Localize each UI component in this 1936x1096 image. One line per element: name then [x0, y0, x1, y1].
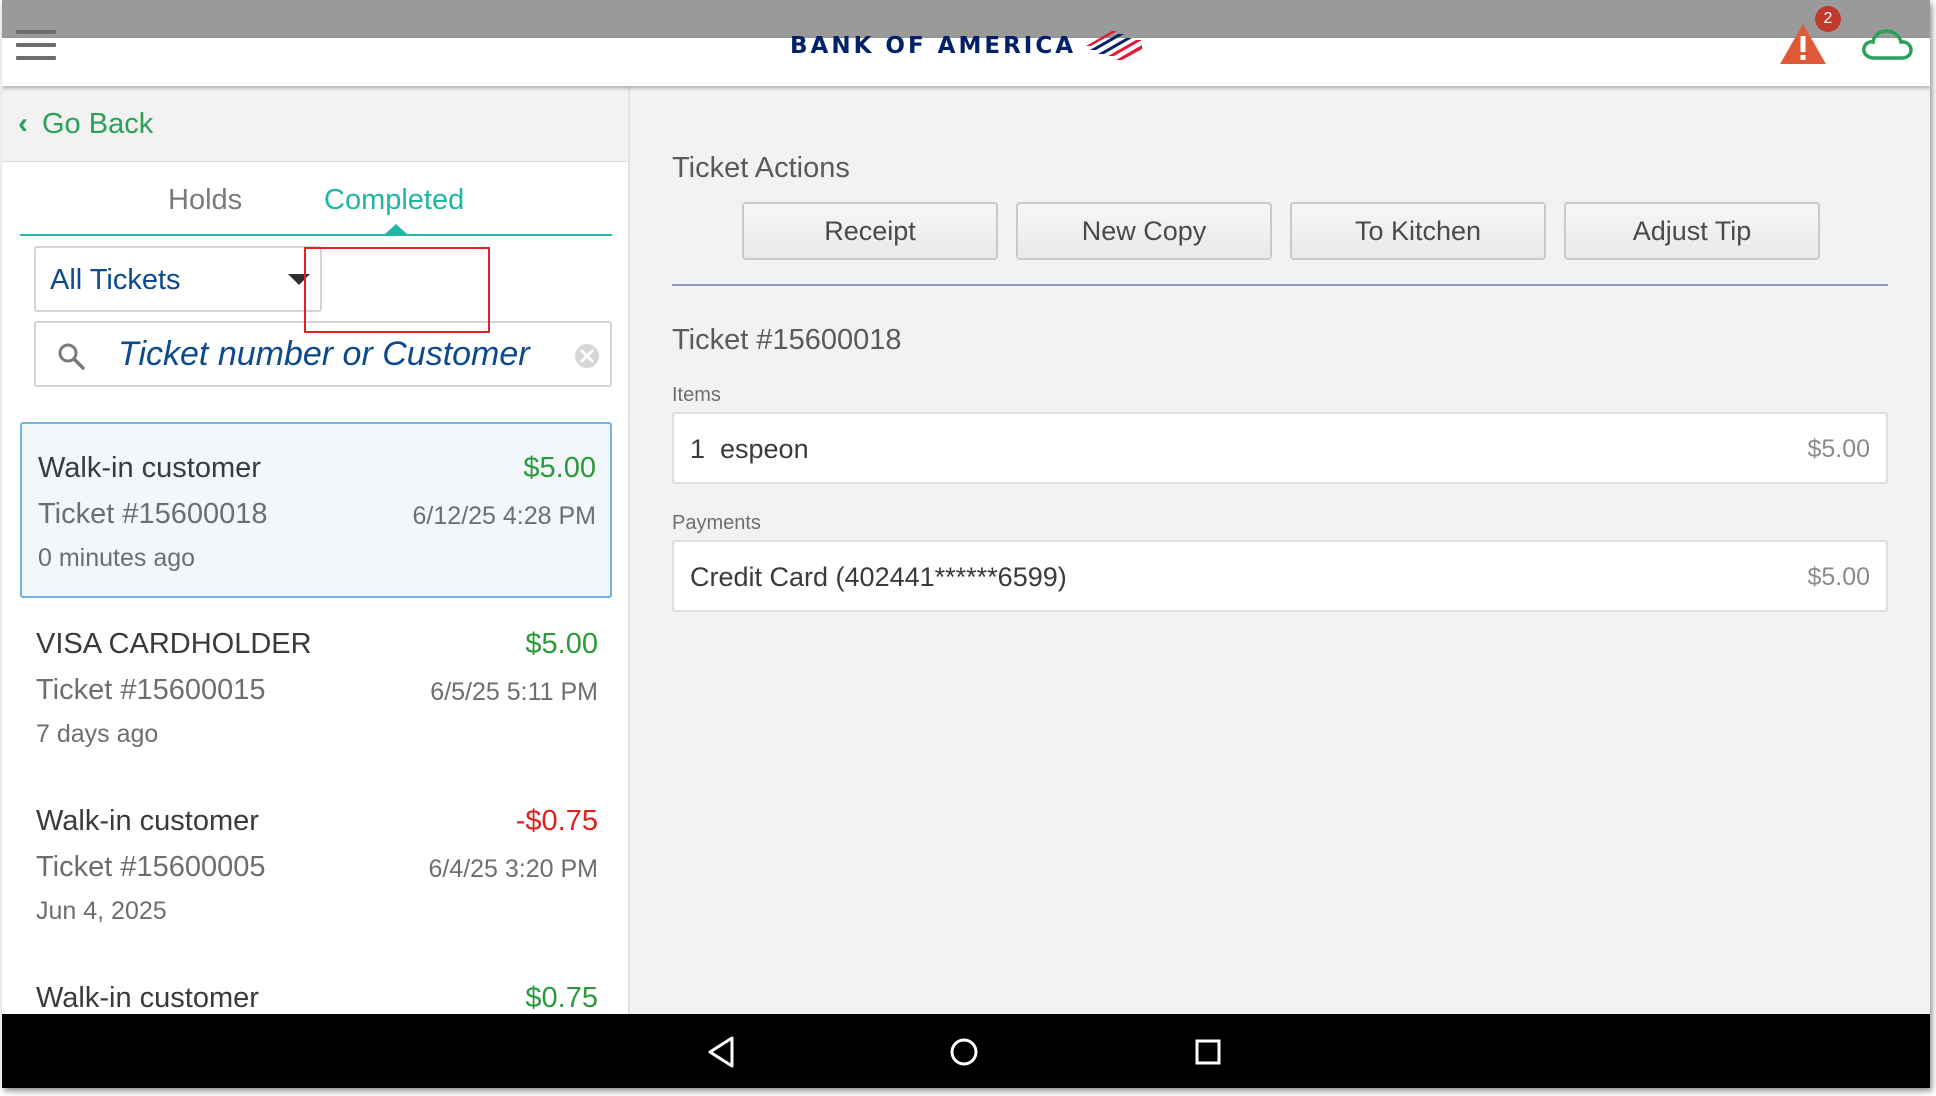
- ticket-amount: $0.75: [525, 982, 598, 1014]
- go-back-label: Go Back: [42, 107, 154, 140]
- ticket-row[interactable]: VISA CARDHOLDER $5.00 Ticket #15600015 6…: [20, 600, 612, 776]
- payment-card[interactable]: Credit Card (402441******6599) $5.00: [672, 540, 1888, 612]
- ticket-number: Ticket #15600015: [36, 674, 266, 706]
- clear-search-icon[interactable]: [574, 343, 600, 369]
- ticket-number: Ticket #15600018: [38, 498, 268, 530]
- item-name: espeon: [720, 434, 809, 464]
- payment-description: Credit Card (402441******6599): [690, 562, 1067, 592]
- search-field: [34, 321, 612, 387]
- items-label: Items: [672, 384, 721, 406]
- go-back-bar: ‹ Go Back: [2, 86, 628, 162]
- item-quantity: 1: [690, 434, 706, 464]
- ticket-number: Ticket #15600005: [36, 851, 266, 883]
- ticket-filter-value: All Tickets: [50, 264, 181, 296]
- ticket-age: Jun 4, 2025: [36, 897, 167, 925]
- flag-logo-icon: [1086, 31, 1143, 60]
- ticket-detail-panel: Ticket Actions Receipt New Copy To Kitch…: [632, 86, 1930, 1014]
- ticket-filter-select[interactable]: All Tickets: [34, 246, 322, 312]
- tablet-screen: BANK OF AMERICA 2 ‹ Go Back Holds Comple…: [2, 0, 1930, 1088]
- payment-amount: $5.00: [1807, 563, 1870, 591]
- customer-name: VISA CARDHOLDER: [36, 628, 312, 660]
- ticket-row[interactable]: Walk-in customer $0.75: [20, 954, 612, 1014]
- brand-name: BANK OF AMERICA: [790, 33, 1077, 59]
- adjust-tip-button[interactable]: Adjust Tip: [1564, 202, 1820, 260]
- tab-completed[interactable]: Completed: [324, 184, 464, 217]
- ticket-list: Walk-in customer $5.00 Ticket #15600018 …: [2, 422, 628, 1014]
- go-back-button[interactable]: ‹ Go Back: [18, 106, 153, 142]
- payments-label: Payments: [672, 512, 761, 534]
- cloud-sync-icon[interactable]: [1860, 24, 1914, 64]
- recents-icon[interactable]: [1188, 1032, 1228, 1072]
- item-price: $5.00: [1807, 435, 1870, 463]
- ticket-age: 7 days ago: [36, 720, 159, 748]
- search-input[interactable]: [116, 329, 556, 379]
- active-tab-indicator: [384, 224, 408, 235]
- ticket-amount: $5.00: [525, 628, 598, 660]
- ticket-amount: $5.00: [523, 452, 596, 484]
- customer-name: Walk-in customer: [36, 982, 259, 1014]
- new-copy-button[interactable]: New Copy: [1016, 202, 1272, 260]
- dropdown-caret-icon: [288, 274, 310, 285]
- item-card[interactable]: 1 espeon $5.00: [672, 412, 1888, 484]
- divider: [672, 284, 1888, 286]
- brand-logo: BANK OF AMERICA: [790, 28, 1144, 64]
- ticket-datetime: 6/4/25 3:20 PM: [428, 855, 598, 883]
- ticket-row[interactable]: Walk-in customer $5.00 Ticket #15600018 …: [20, 422, 612, 598]
- ticket-amount: -$0.75: [515, 805, 598, 837]
- tab-holds[interactable]: Holds: [168, 184, 242, 217]
- to-kitchen-button[interactable]: To Kitchen: [1290, 202, 1546, 260]
- ticket-actions-title: Ticket Actions: [672, 152, 850, 184]
- ticket-list-panel: ‹ Go Back Holds Completed All Tickets Ti…: [2, 86, 630, 1014]
- ticket-detail-title: Ticket #15600018: [672, 324, 902, 356]
- ticket-row[interactable]: Walk-in customer -$0.75 Ticket #15600005…: [20, 777, 612, 953]
- ticket-datetime: 6/12/25 4:28 PM: [412, 502, 596, 530]
- search-icon: [58, 343, 85, 370]
- chevron-left-icon: ‹: [18, 107, 28, 140]
- ticket-datetime: 6/5/25 5:11 PM: [430, 678, 598, 706]
- alert-count-badge: 2: [1815, 6, 1841, 32]
- ticket-tabs: Holds Completed: [20, 162, 612, 236]
- back-icon[interactable]: [702, 1032, 742, 1072]
- ticket-age: 0 minutes ago: [38, 544, 196, 572]
- receipt-button[interactable]: Receipt: [742, 202, 998, 260]
- system-nav-bar: [2, 1014, 1930, 1088]
- customer-name: Walk-in customer: [38, 452, 261, 484]
- home-icon[interactable]: [944, 1032, 984, 1072]
- hamburger-menu-icon[interactable]: [16, 30, 56, 60]
- customer-name: Walk-in customer: [36, 805, 259, 837]
